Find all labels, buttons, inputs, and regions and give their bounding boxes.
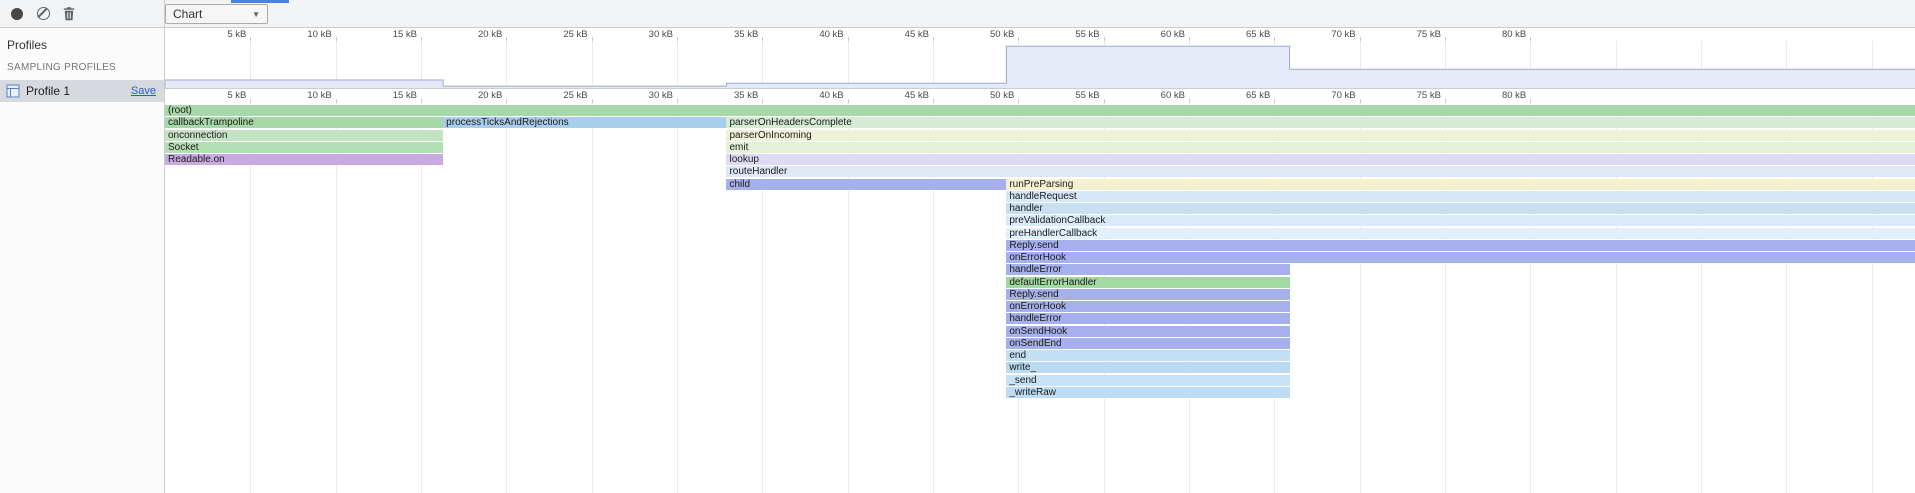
view-mode-value: Chart	[173, 7, 202, 21]
flame-frame[interactable]: onSendHook	[1006, 326, 1289, 337]
ruler-tick-label: 20 kB	[478, 29, 506, 40]
ruler-tick-label: 15 kB	[393, 29, 421, 40]
ruler-tick-label: 55 kB	[1075, 90, 1103, 101]
gridline	[506, 103, 507, 493]
flame-frame[interactable]: Readable.on	[165, 154, 443, 165]
overview-area-chart[interactable]	[165, 41, 1915, 89]
ruler-tick-label: 65 kB	[1246, 29, 1274, 40]
profile-icon	[6, 84, 20, 98]
record-profile-button[interactable]	[4, 1, 30, 27]
ruler-tick-label: 80 kB	[1502, 29, 1530, 40]
ruler-tick-label: 45 kB	[905, 29, 933, 40]
ruler-tick-label: 70 kB	[1331, 90, 1359, 101]
flame-frame[interactable]: defaultErrorHandler	[1006, 277, 1289, 288]
flame-frame[interactable]: callbackTrampoline	[165, 117, 443, 128]
ruler-tick-label: 5 kB	[227, 29, 250, 40]
ruler-tick-label: 55 kB	[1075, 29, 1103, 40]
sampling-profiles-section-header: SAMPLING PROFILES	[0, 60, 164, 80]
flame-frame[interactable]: lookup	[726, 154, 1915, 165]
profile-item-label: Profile 1	[26, 84, 125, 98]
flame-frame[interactable]: handleRequest	[1006, 191, 1915, 202]
flame-frame[interactable]: handler	[1006, 203, 1915, 214]
ruler-tick-label: 75 kB	[1417, 29, 1445, 40]
flame-frame[interactable]: processTicksAndRejections	[443, 117, 726, 128]
overview-area-svg	[165, 41, 1915, 88]
ruler-tick-label: 70 kB	[1331, 29, 1359, 40]
ruler-tick-label: 50 kB	[990, 90, 1018, 101]
flame-frame[interactable]: Reply.send	[1006, 240, 1915, 251]
ruler-tick-label: 10 kB	[307, 29, 335, 40]
overview-ruler: 5 kB 10 kB 15 kB 20 kB 25 kB 30 kB 35 kB 40 kB 4…	[165, 28, 1915, 41]
flame-frame[interactable]: child	[726, 179, 1006, 190]
gridline	[677, 103, 678, 493]
allocation-flame-chart: 5 kB 10 kB 15 kB 20 kB 25 kB 30 kB 35 kB 40 kB 4…	[165, 28, 1915, 493]
ruler-tick-label: 20 kB	[478, 90, 506, 101]
ruler-tick-label: 65 kB	[1246, 90, 1274, 101]
ruler-tick-label: 25 kB	[563, 90, 591, 101]
top-accent-line	[231, 0, 289, 3]
flame-frame[interactable]: parserOnHeadersComplete	[726, 117, 1915, 128]
flame-frame[interactable]: onErrorHook	[1006, 252, 1915, 263]
flame-frame[interactable]: write_	[1006, 362, 1289, 373]
ruler-tick-label: 35 kB	[734, 90, 762, 101]
flame-frame[interactable]: Reply.send	[1006, 289, 1289, 300]
profiler-toolbar: Chart ▼	[0, 0, 1915, 28]
profiles-sidebar: Profiles SAMPLING PROFILES Profile 1 Sav…	[0, 28, 165, 493]
ruler-tick-label: 35 kB	[734, 29, 762, 40]
profile-item-profile-1[interactable]: Profile 1 Save	[0, 80, 164, 102]
flame-frame[interactable]: _send	[1006, 375, 1289, 386]
ruler-tick-label: 40 kB	[819, 90, 847, 101]
flame-frame[interactable]: preHandlerCallback	[1006, 228, 1915, 239]
chevron-down-icon: ▼	[252, 10, 260, 19]
flame-frame[interactable]: routeHandler	[726, 166, 1915, 177]
flame-chart-ruler: 5 kB 10 kB 15 kB 20 kB 25 kB 30 kB 35 kB 40 kB 4…	[165, 89, 1915, 103]
ruler-tick-label: 60 kB	[1161, 29, 1189, 40]
panel-body: Profiles SAMPLING PROFILES Profile 1 Sav…	[0, 28, 1915, 493]
gridline	[592, 103, 593, 493]
flame-frame[interactable]: parserOnIncoming	[726, 130, 1915, 141]
flame-frame[interactable]: onErrorHook	[1006, 301, 1289, 312]
ruler-tick-label: 60 kB	[1161, 90, 1189, 101]
flame-frame[interactable]: runPreParsing	[1006, 179, 1915, 190]
memory-profiler-panel: Chart ▼ Profiles SAMPLING PROFILES Profi…	[0, 0, 1915, 493]
ruler-tick-label: 5 kB	[227, 90, 250, 101]
flame-frame[interactable]: emit	[726, 142, 1915, 153]
ruler-tick-label: 80 kB	[1502, 90, 1530, 101]
save-profile-link[interactable]: Save	[131, 85, 156, 97]
ruler-tick-label: 30 kB	[649, 90, 677, 101]
flame-frame[interactable]: handleError	[1006, 264, 1289, 275]
clear-profiles-button[interactable]	[30, 1, 56, 27]
flame-chart-canvas[interactable]: (root)callbackTrampolineprocessTicksAndR…	[165, 103, 1915, 493]
flame-frame[interactable]: Socket	[165, 142, 443, 153]
flame-frame[interactable]: _writeRaw	[1006, 387, 1289, 398]
ruler-tick-label: 40 kB	[819, 29, 847, 40]
ruler-tick-label: 30 kB	[649, 29, 677, 40]
flame-frame[interactable]: preValidationCallback	[1006, 215, 1915, 226]
block-icon	[37, 7, 50, 20]
trash-icon	[62, 6, 76, 21]
record-icon	[11, 8, 23, 20]
flame-frame[interactable]: onSendEnd	[1006, 338, 1289, 349]
ruler-tick-label: 10 kB	[307, 90, 335, 101]
flame-frame[interactable]: end	[1006, 350, 1289, 361]
flame-frame[interactable]: (root)	[165, 105, 1915, 116]
view-mode-select[interactable]: Chart ▼	[165, 4, 268, 24]
flame-frame[interactable]: onconnection	[165, 130, 443, 141]
delete-profile-button[interactable]	[56, 1, 82, 27]
sidebar-title: Profiles	[0, 28, 164, 60]
ruler-tick-label: 75 kB	[1417, 90, 1445, 101]
ruler-tick-label: 50 kB	[990, 29, 1018, 40]
ruler-tick-label: 45 kB	[905, 90, 933, 101]
ruler-tick-label: 15 kB	[393, 90, 421, 101]
flame-frame[interactable]: handleError	[1006, 313, 1289, 324]
ruler-tick-label: 25 kB	[563, 29, 591, 40]
